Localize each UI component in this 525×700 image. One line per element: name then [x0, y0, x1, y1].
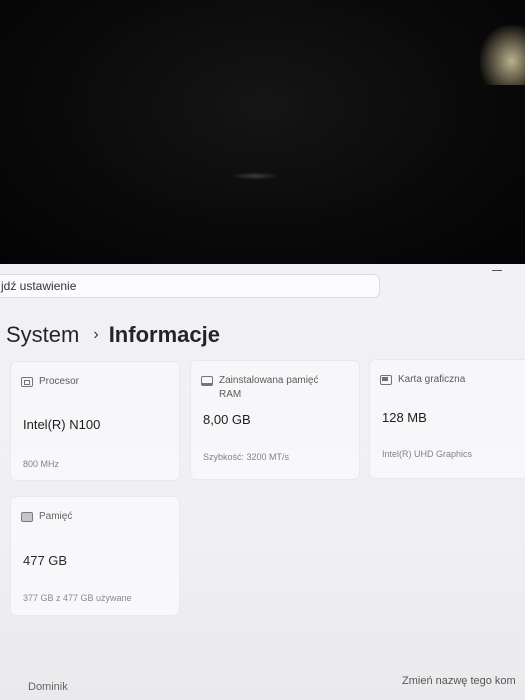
processor-label: Procesor	[39, 376, 80, 387]
breadcrumb: System › Informacje	[6, 319, 220, 351]
storage-card: Pamięć 477 GB 377 GB z 477 GB używane	[10, 496, 180, 616]
graphics-value: 128 MB	[382, 410, 427, 425]
processor-value: Intel(R) N100	[23, 417, 101, 432]
search-input[interactable]: jdź ustawienie	[0, 274, 380, 298]
device-name: Dominik	[28, 681, 68, 693]
screen-glare	[230, 172, 280, 180]
breadcrumb-system[interactable]: System	[6, 322, 79, 348]
graphics-detail: Intel(R) UHD Graphics	[382, 449, 473, 459]
dark-surroundings	[0, 0, 525, 265]
graphics-card: Karta graficzna 128 MB Intel(R) UHD Grap…	[369, 359, 525, 479]
ram-label-line2: RAM	[219, 389, 242, 400]
ram-label-line1: Zainstalowana pamięć	[219, 375, 319, 386]
search-text: jdź ustawienie	[1, 279, 77, 293]
storage-detail: 377 GB z 477 GB używane	[23, 593, 132, 603]
chevron-right-icon: ›	[93, 326, 99, 343]
rename-pc-button[interactable]: Zmień nazwę tego kom	[402, 675, 516, 687]
storage-icon	[21, 512, 33, 522]
processor-card: Procesor Intel(R) N100 800 MHz	[10, 361, 180, 481]
ram-value: 8,00 GB	[203, 412, 251, 427]
cpu-icon	[21, 377, 33, 387]
page-title: Informacje	[108, 322, 220, 347]
ram-card: Zainstalowana pamięć RAM 8,00 GB Szybkoś…	[190, 360, 360, 480]
graphics-label: Karta graficzna	[398, 374, 466, 385]
minimize-icon[interactable]	[492, 270, 502, 271]
settings-window: jdź ustawienie System › Informacje Proce…	[0, 264, 525, 700]
ram-icon	[201, 376, 213, 386]
storage-label: Pamięć	[39, 511, 73, 522]
background-light	[480, 25, 525, 85]
storage-value: 477 GB	[23, 553, 68, 568]
ram-detail: Szybkość: 3200 MT/s	[203, 452, 290, 462]
processor-detail: 800 MHz	[23, 459, 60, 469]
gpu-icon	[380, 375, 392, 385]
